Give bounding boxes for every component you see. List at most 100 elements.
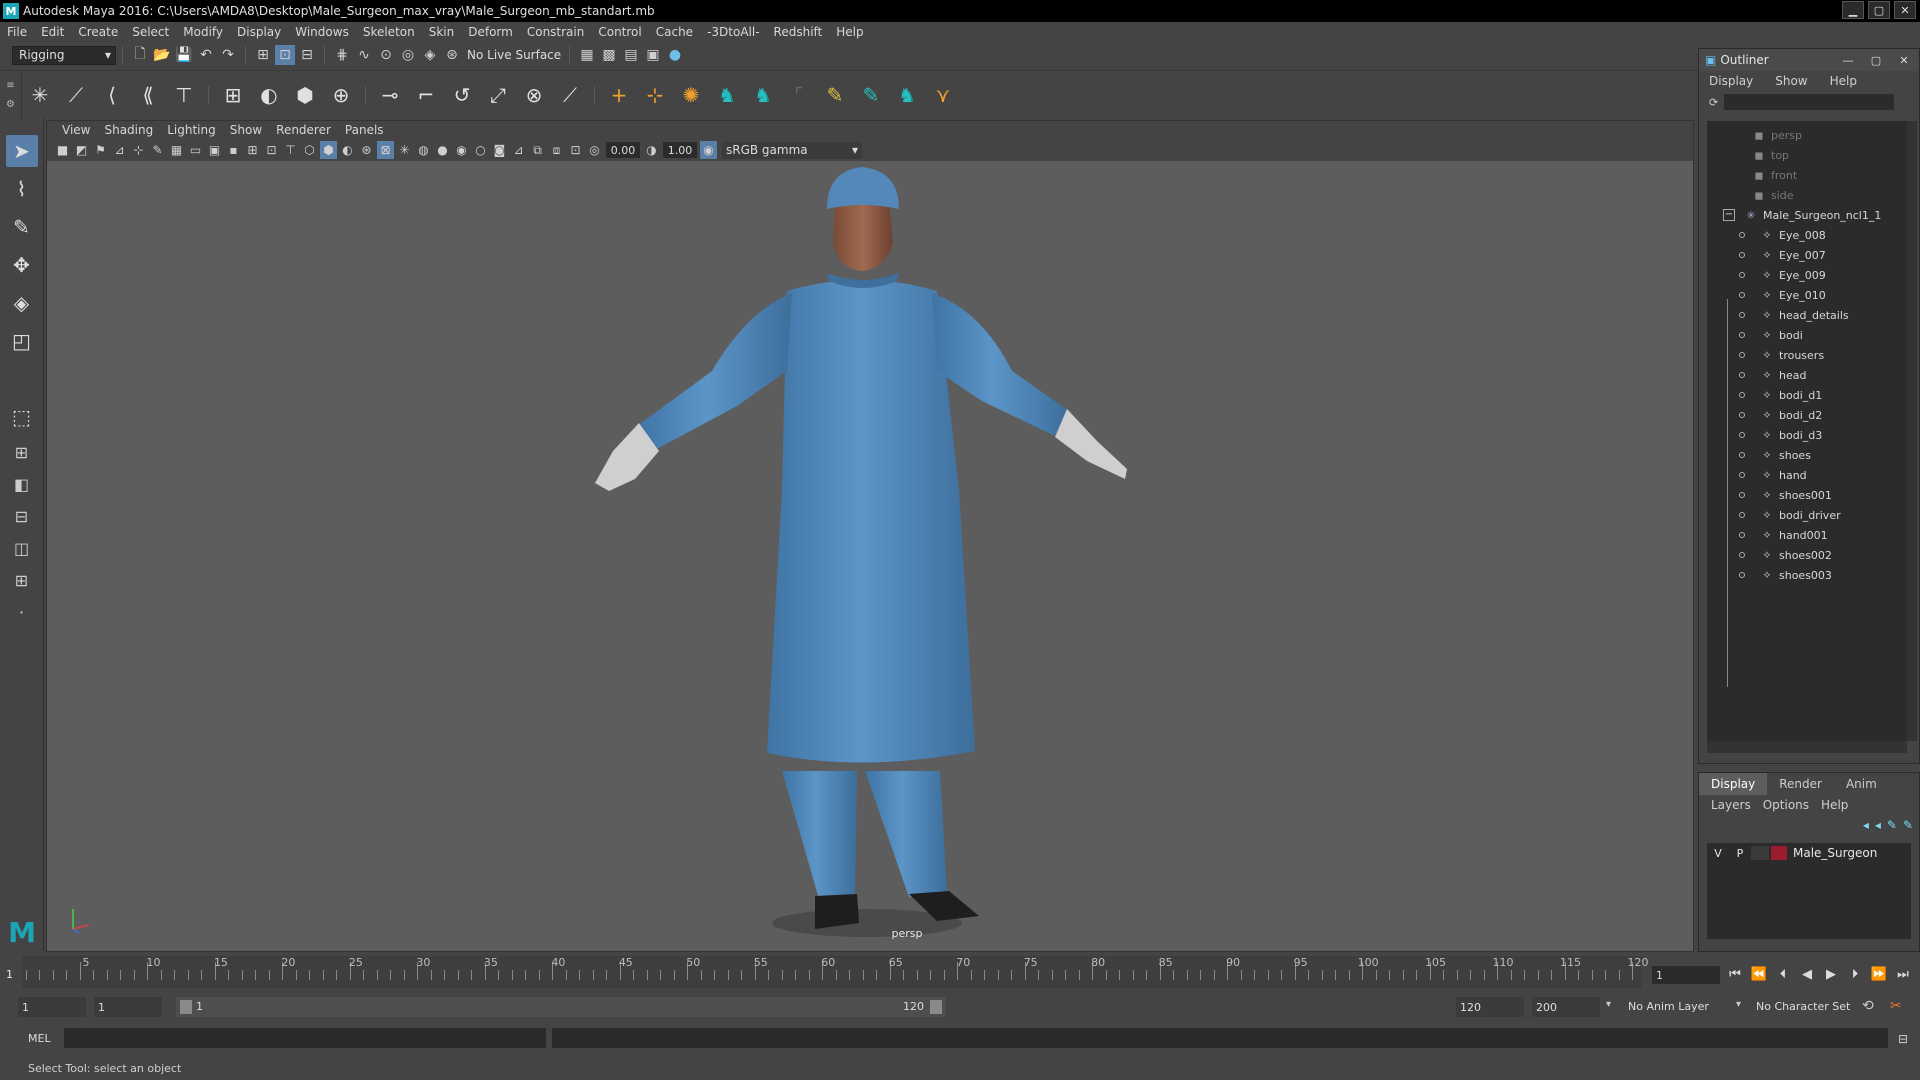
panel-menu-shading[interactable]: Shading	[97, 123, 160, 137]
four-view-layout-icon[interactable]: ⊞	[6, 441, 38, 463]
human-ik-icon[interactable]: ♞	[712, 79, 742, 111]
layer-menu-options[interactable]: Options	[1763, 798, 1809, 812]
new-layer-from-selected-icon[interactable]: ✎	[1903, 818, 1913, 832]
anim-layer-select[interactable]: No Anim Layer	[1628, 1000, 1709, 1013]
point-constraint-icon[interactable]: ⊸	[375, 79, 405, 111]
select-component-icon[interactable]: ⊟	[297, 45, 317, 65]
outliner-menu-show[interactable]: Show	[1775, 74, 1807, 88]
snap-live-icon[interactable]: ◈	[420, 45, 440, 65]
ik-handle-icon[interactable]: ⟋	[61, 79, 91, 111]
scale-tool-icon[interactable]: ◰	[6, 325, 38, 357]
move-layer-up-icon[interactable]: ◂	[1863, 818, 1869, 832]
select-tool-icon[interactable]: ➤	[5, 135, 38, 167]
outliner-child-item[interactable]: ⟡ trousers	[1707, 345, 1907, 365]
menu-select[interactable]: Select	[125, 25, 176, 39]
locator-aim-icon[interactable]: ⊹	[640, 79, 670, 111]
shelf-tab-handle[interactable]: ≡ ⚙	[0, 71, 22, 118]
lock-camera-icon[interactable]: ◩	[73, 141, 90, 159]
ik-spline-icon[interactable]: ⟨	[97, 79, 127, 111]
safe-title-icon[interactable]: ⊤	[282, 141, 299, 159]
playback-end-field[interactable]: 120	[1456, 997, 1524, 1017]
menu-windows[interactable]: Windows	[288, 25, 356, 39]
persp-graph-layout-icon[interactable]: ⊟	[6, 505, 38, 527]
outliner-item-persp[interactable]: ◼ persp	[1707, 125, 1907, 145]
panel-menu-view[interactable]: View	[55, 123, 97, 137]
orient-joint-icon[interactable]: ⊤	[169, 79, 199, 111]
layer-menu-layers[interactable]: Layers	[1711, 798, 1751, 812]
undo-icon[interactable]: ↶	[196, 45, 216, 65]
isolate-select-icon[interactable]: ⊿	[510, 141, 527, 159]
gamma-icon[interactable]: ◑	[643, 141, 660, 159]
minimize-button[interactable]: ▁	[1842, 1, 1864, 19]
scale-constraint-icon[interactable]: ⤢	[483, 79, 513, 111]
screen-space-ao-icon[interactable]: ●	[434, 141, 451, 159]
maya-tools-icon[interactable]: ♞	[892, 79, 922, 111]
outliner-menu-display[interactable]: Display	[1709, 74, 1753, 88]
blank-shelf-icon[interactable]: ⌜	[784, 79, 814, 111]
time-slider-track[interactable]: 5 10 15 20 25 30 35 40 45 50 55 60 65 70 75 80 85 90 95 100…	[22, 956, 1649, 988]
snap-point-icon[interactable]: ⊙	[376, 45, 396, 65]
outliner-close-button[interactable]: ✕	[1891, 51, 1917, 69]
outliner-menu-help[interactable]: Help	[1830, 74, 1857, 88]
aim-constraint-icon[interactable]: ⌐	[411, 79, 441, 111]
open-scene-icon[interactable]: 📂	[152, 45, 172, 65]
menu-set-select[interactable]: Rigging ▾	[12, 45, 116, 65]
snap-curve-icon[interactable]: ∿	[354, 45, 374, 65]
hypershade-icon[interactable]: ●	[665, 45, 685, 65]
move-layer-down-icon[interactable]: ◂	[1875, 818, 1881, 832]
step-forward-key-icon[interactable]: ⏩	[1870, 964, 1888, 984]
2d-pan-zoom-icon[interactable]: ⊹	[130, 141, 147, 159]
xray-icon[interactable]: ⧉	[529, 141, 546, 159]
playback-start-field[interactable]: 1	[94, 997, 162, 1017]
outliner-horizontal-scrollbar[interactable]	[1707, 741, 1907, 753]
menu-redshift[interactable]: Redshift	[767, 25, 830, 39]
paint-select-tool-icon[interactable]: ✎	[6, 211, 38, 243]
persp-outliner-layout-icon[interactable]: ◧	[6, 473, 38, 495]
outliner-child-item[interactable]: ⟡ bodi_d3	[1707, 425, 1907, 445]
locator-icon[interactable]: +	[604, 79, 634, 111]
animation-start-field[interactable]: 1	[18, 997, 86, 1017]
outliner-child-item[interactable]: ⟡ bodi_d2	[1707, 405, 1907, 425]
outliner-child-item[interactable]: ⟡ shoes	[1707, 445, 1907, 465]
outliner-search-input[interactable]	[1724, 94, 1895, 110]
outliner-item-side[interactable]: ◼ side	[1707, 185, 1907, 205]
script-language-label[interactable]: MEL	[28, 1032, 51, 1045]
range-end-handle[interactable]	[930, 1000, 942, 1014]
smooth-bind-icon[interactable]: ◐	[254, 79, 284, 111]
depth-of-field-icon[interactable]: ◙	[491, 141, 508, 159]
outliner-persp-layout-icon[interactable]: ⊞	[6, 569, 38, 591]
shadows-icon[interactable]: ◍	[415, 141, 432, 159]
new-layer-icon[interactable]: ✎	[1887, 818, 1897, 832]
layer-playback-toggle[interactable]: P	[1729, 847, 1751, 860]
small-dot-icon[interactable]: ·	[6, 601, 38, 623]
star-locator-icon[interactable]: ✺	[676, 79, 706, 111]
maximize-button[interactable]: ▢	[1868, 1, 1890, 19]
script-editor-icon[interactable]: ⊟	[1894, 1030, 1912, 1048]
redo-icon[interactable]: ↷	[218, 45, 238, 65]
command-input[interactable]	[64, 1028, 546, 1048]
resolution-gate-icon[interactable]: ▣	[206, 141, 223, 159]
xray-components-icon[interactable]: ⊡	[567, 141, 584, 159]
outliner-group-item[interactable]: − ✳ Male_Surgeon_ncl1_1	[1707, 205, 1907, 225]
close-button[interactable]: ✕	[1894, 1, 1916, 19]
outliner-child-item[interactable]: ⟡ hand	[1707, 465, 1907, 485]
field-chart-icon[interactable]: ⊞	[244, 141, 261, 159]
current-frame-field[interactable]: 1	[1652, 966, 1720, 984]
snap-view-plane-icon[interactable]: ◎	[398, 45, 418, 65]
multisample-aa-icon[interactable]: ○	[472, 141, 489, 159]
use-default-material-icon[interactable]: ◐	[339, 141, 356, 159]
outliner-child-item[interactable]: ⟡ bodi	[1707, 325, 1907, 345]
wireframe-on-shaded-icon[interactable]: ⊛	[358, 141, 375, 159]
panel-menu-lighting[interactable]: Lighting	[160, 123, 223, 137]
filter-icon[interactable]: ⟳	[1709, 96, 1718, 109]
pole-vector-icon[interactable]: ⟋	[555, 79, 585, 111]
menu-cache[interactable]: Cache	[649, 25, 700, 39]
cluster-icon[interactable]: ⊕	[326, 79, 356, 111]
safe-action-icon[interactable]: ⊡	[263, 141, 280, 159]
mirror-joint-icon[interactable]: ⟪	[133, 79, 163, 111]
bind-skin-icon[interactable]: ⊞	[218, 79, 248, 111]
outliner-child-item[interactable]: ⟡ head_details	[1707, 305, 1907, 325]
menu-edit[interactable]: Edit	[34, 25, 71, 39]
menu-control[interactable]: Control	[591, 25, 648, 39]
layer-visibility-toggle[interactable]: V	[1707, 847, 1729, 860]
